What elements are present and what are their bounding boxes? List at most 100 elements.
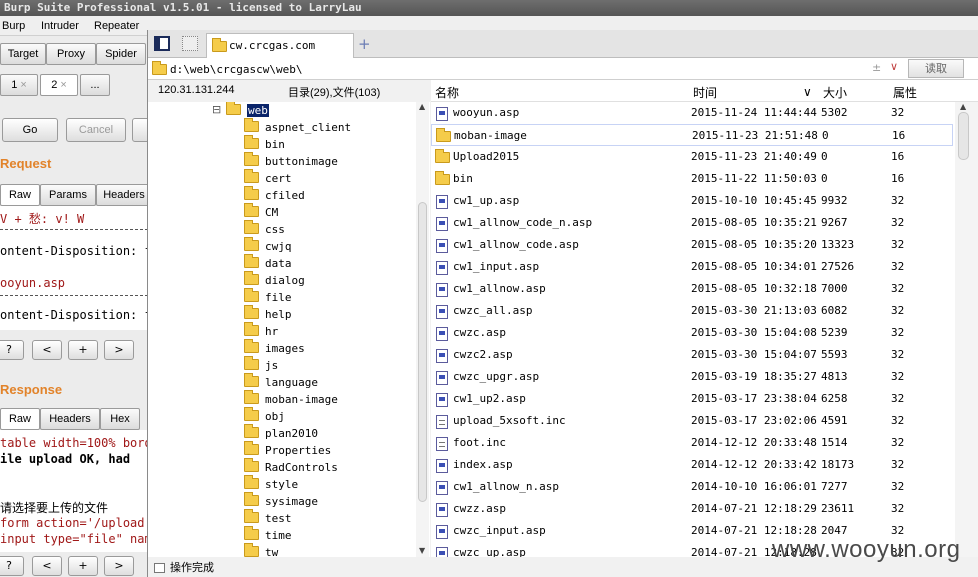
request-tab-params[interactable]: Params xyxy=(40,184,96,206)
tree-item[interactable]: cert xyxy=(244,169,292,187)
sort-chevron-icon[interactable]: ∨ xyxy=(803,85,812,99)
tool-tab-proxy[interactable]: Proxy xyxy=(46,43,96,65)
request-tab-headers[interactable]: Headers xyxy=(96,184,152,206)
next-match-button[interactable]: > xyxy=(104,556,134,576)
tree-item[interactable]: aspnet_client xyxy=(244,118,351,136)
tree-item[interactable]: data xyxy=(244,254,292,272)
file-row[interactable]: bin 2015-11-22 11:50:03 0 16 xyxy=(431,168,953,190)
help-button[interactable]: ? xyxy=(0,340,24,360)
tree-scrollbar[interactable]: ▲ ▼ xyxy=(416,102,429,557)
tree-item[interactable]: help xyxy=(244,305,292,323)
tree-item[interactable]: js xyxy=(244,356,278,374)
file-row[interactable]: cw1_allnow_code_n.asp 2015-08-05 10:35:21… xyxy=(431,212,953,234)
path-input[interactable] xyxy=(170,60,890,78)
file-row[interactable]: cw1_up2.asp 2015-03-17 23:38:04 6258 32 xyxy=(431,388,953,410)
grid-icon[interactable] xyxy=(182,36,198,51)
file-row[interactable]: cw1_allnow_n.asp 2014-10-10 16:06:01 7277 3… xyxy=(431,476,953,498)
file-list-scroll-thumb[interactable] xyxy=(958,112,969,160)
file-time: 2015-03-17 23:38:04 xyxy=(691,392,817,405)
repeater-tab-more[interactable]: ... xyxy=(80,74,110,96)
file-row[interactable]: cwzz.asp 2014-07-21 12:18:29 23611 32 xyxy=(431,498,953,520)
cancel-button[interactable]: Cancel xyxy=(66,118,126,142)
file-row[interactable]: cwzc.asp 2015-03-30 15:04:08 5239 32 xyxy=(431,322,953,344)
response-tab-headers[interactable]: Headers xyxy=(40,408,100,430)
tree-item[interactable]: plan2010 xyxy=(244,424,318,442)
file-row[interactable]: cw1_allnow.asp 2015-08-05 10:32:18 7000 32 xyxy=(431,278,953,300)
tree-item[interactable]: moban-image xyxy=(244,390,338,408)
file-row[interactable]: cwzc_all.asp 2015-03-30 21:13:03 6082 32 xyxy=(431,300,953,322)
file-list[interactable]: wooyun.asp 2015-11-24 11:44:44 5302 32 moban… xyxy=(431,102,955,557)
add-button[interactable]: + xyxy=(68,556,98,576)
panel-toggle-icon[interactable] xyxy=(154,36,170,51)
tree-item[interactable]: Properties xyxy=(244,441,331,459)
tree-item[interactable]: cfiled xyxy=(244,186,305,204)
tree-item[interactable]: tw xyxy=(244,543,278,557)
file-list-scrollbar[interactable]: ▲ xyxy=(955,102,978,557)
add-button[interactable]: + xyxy=(68,340,98,360)
tree-item-label: buttonimage xyxy=(265,155,338,168)
chevron-down-icon[interactable]: ∨ xyxy=(890,60,898,73)
tree-item[interactable]: style xyxy=(244,475,298,493)
response-line: form action='/upload. xyxy=(0,516,148,530)
close-icon[interactable]: × xyxy=(20,79,26,91)
tree-item[interactable]: RadControls xyxy=(244,458,338,476)
next-match-button[interactable]: > xyxy=(104,340,134,360)
file-row[interactable]: cw1_allnow_code.asp 2015-08-05 10:35:20 13… xyxy=(431,234,953,256)
response-tab-hex[interactable]: Hex xyxy=(100,408,140,430)
menu-burp[interactable]: Burp xyxy=(2,20,25,32)
tree-item-label: cert xyxy=(265,172,292,185)
column-attr[interactable]: 属性 xyxy=(893,84,917,101)
tree-scroll-thumb[interactable] xyxy=(418,202,427,502)
menu-repeater[interactable]: Repeater xyxy=(94,20,139,32)
read-button[interactable]: 读取 xyxy=(908,59,964,78)
tree-item[interactable]: dialog xyxy=(244,271,305,289)
tree-item[interactable]: cwjq xyxy=(244,237,292,255)
column-time[interactable]: 时间 xyxy=(693,84,717,101)
repeater-tab-1[interactable]: 1 × xyxy=(0,74,38,96)
file-row[interactable]: cwzc_upgr.asp 2015-03-19 18:35:27 4813 32 xyxy=(431,366,953,388)
tree-item[interactable]: bin xyxy=(244,135,285,153)
tree-item[interactable]: test xyxy=(244,509,292,527)
file-row[interactable]: index.asp 2014-12-12 20:33:42 18173 32 xyxy=(431,454,953,476)
tree-item-root[interactable]: web xyxy=(226,102,269,119)
tree-item[interactable]: images xyxy=(244,339,305,357)
tab-site[interactable]: cw.crcgas.com xyxy=(206,33,354,58)
column-name[interactable]: 名称 xyxy=(435,84,459,101)
response-tab-raw[interactable]: Raw xyxy=(0,408,40,430)
tool-tab-target[interactable]: Target xyxy=(0,43,46,65)
directory-tree[interactable]: ⊟ web aspnet_client bin buttonimage cert cfi… xyxy=(148,102,430,557)
file-row[interactable]: cw1_input.asp 2015-08-05 10:34:01 27526 32 xyxy=(431,256,953,278)
plus-minus-icon[interactable]: ± xyxy=(872,61,881,74)
tree-item[interactable]: time xyxy=(244,526,292,544)
tree-item[interactable]: CM xyxy=(244,203,278,221)
menu-intruder[interactable]: Intruder xyxy=(41,20,79,32)
tree-item[interactable]: obj xyxy=(244,407,285,425)
tree-item[interactable]: file xyxy=(244,288,292,306)
column-size[interactable]: 大小 xyxy=(823,84,847,101)
help-button[interactable]: ? xyxy=(0,556,24,576)
go-button[interactable]: Go xyxy=(2,118,58,142)
request-tab-raw[interactable]: Raw xyxy=(0,184,40,206)
tool-tab-spider[interactable]: Spider xyxy=(96,43,146,65)
file-row[interactable]: foot.inc 2014-12-12 20:33:48 1514 32 xyxy=(431,432,953,454)
prev-button[interactable]: < xyxy=(32,340,62,360)
file-row[interactable]: cwzc2.asp 2015-03-30 15:04:07 5593 32 xyxy=(431,344,953,366)
tree-item[interactable]: language xyxy=(244,373,318,391)
file-row[interactable]: cw1_up.asp 2015-10-10 10:45:45 9932 32 xyxy=(431,190,953,212)
add-tab-icon[interactable]: + xyxy=(358,35,371,53)
tree-item[interactable]: buttonimage xyxy=(244,152,338,170)
tree-collapse-icon[interactable]: ⊟ xyxy=(212,103,221,116)
tree-item[interactable]: sysimage xyxy=(244,492,318,510)
file-row[interactable]: wooyun.asp 2015-11-24 11:44:44 5302 32 xyxy=(431,102,953,124)
prev-button[interactable]: < xyxy=(32,556,62,576)
repeater-tab-2[interactable]: 2 × xyxy=(40,74,78,96)
tree-item[interactable]: css xyxy=(244,220,285,238)
file-row[interactable]: Upload2015 2015-11-23 21:40:49 0 16 xyxy=(431,146,953,168)
file-name: cwzc.asp xyxy=(453,326,506,339)
file-row[interactable]: upload_5xsoft.inc 2015-03-17 23:02:06 4591… xyxy=(431,410,953,432)
file-row[interactable]: moban-image 2015-11-23 21:51:48 0 16 xyxy=(431,124,953,146)
file-size: 18173 xyxy=(821,458,855,471)
close-icon[interactable]: × xyxy=(60,79,66,91)
file-list-header: 名称 时间 ∨ 大小 属性 xyxy=(431,80,978,102)
tree-item[interactable]: hr xyxy=(244,322,278,340)
